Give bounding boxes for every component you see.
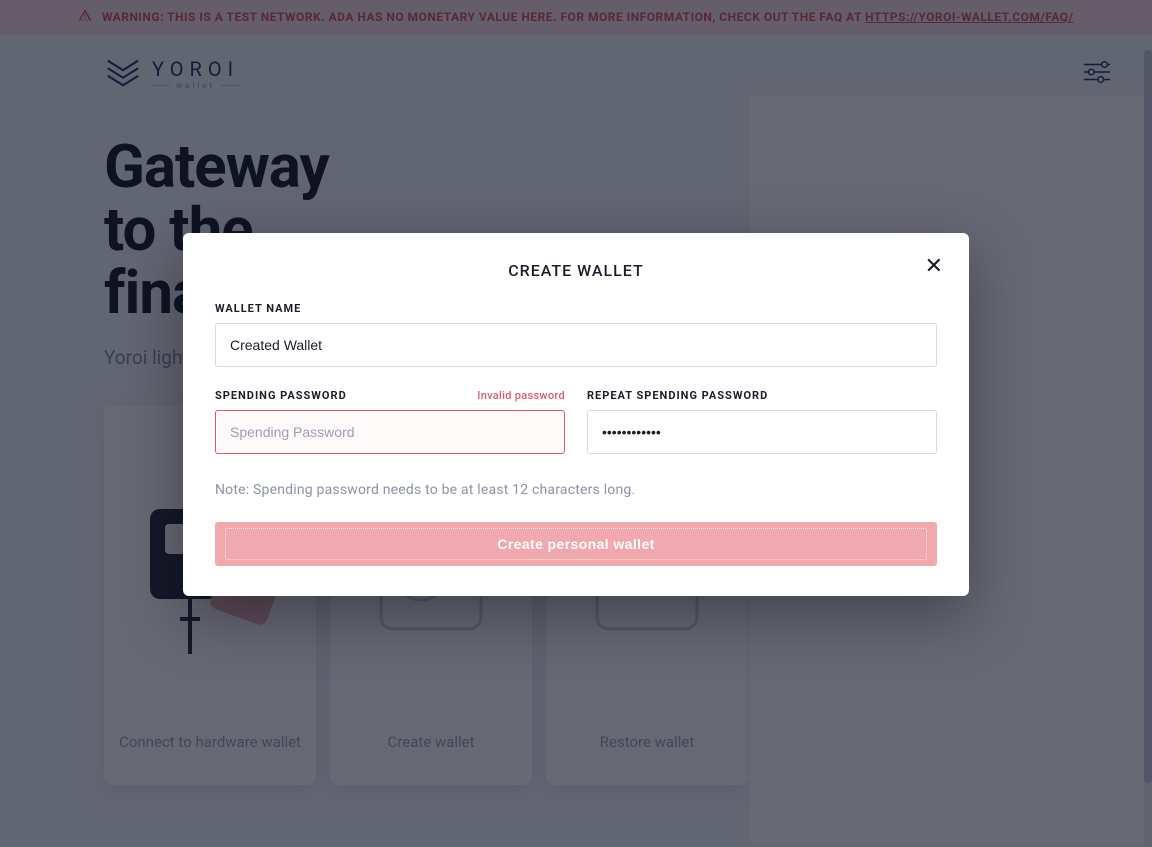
wallet-name-input[interactable] (215, 323, 937, 367)
create-personal-wallet-button[interactable]: Create personal wallet (215, 522, 937, 566)
modal-overlay[interactable]: CREATE WALLET ✕ WALLET NAME SPENDING PAS… (0, 0, 1152, 847)
repeat-password-label: REPEAT SPENDING PASSWORD (587, 389, 768, 402)
repeat-password-field-group: REPEAT SPENDING PASSWORD (587, 389, 937, 454)
spending-password-input[interactable] (215, 410, 565, 454)
close-icon[interactable]: ✕ (925, 255, 943, 277)
spending-password-field-group: SPENDING PASSWORD Invalid password (215, 389, 565, 454)
spending-password-error: Invalid password (477, 389, 565, 402)
repeat-password-input[interactable] (587, 410, 937, 454)
spending-password-label: SPENDING PASSWORD (215, 389, 347, 402)
password-note: Note: Spending password needs to be at l… (215, 482, 937, 498)
wallet-name-field-group: WALLET NAME (215, 302, 937, 367)
create-wallet-modal: CREATE WALLET ✕ WALLET NAME SPENDING PAS… (183, 233, 969, 596)
modal-title: CREATE WALLET (215, 261, 937, 280)
wallet-name-label: WALLET NAME (215, 302, 301, 315)
